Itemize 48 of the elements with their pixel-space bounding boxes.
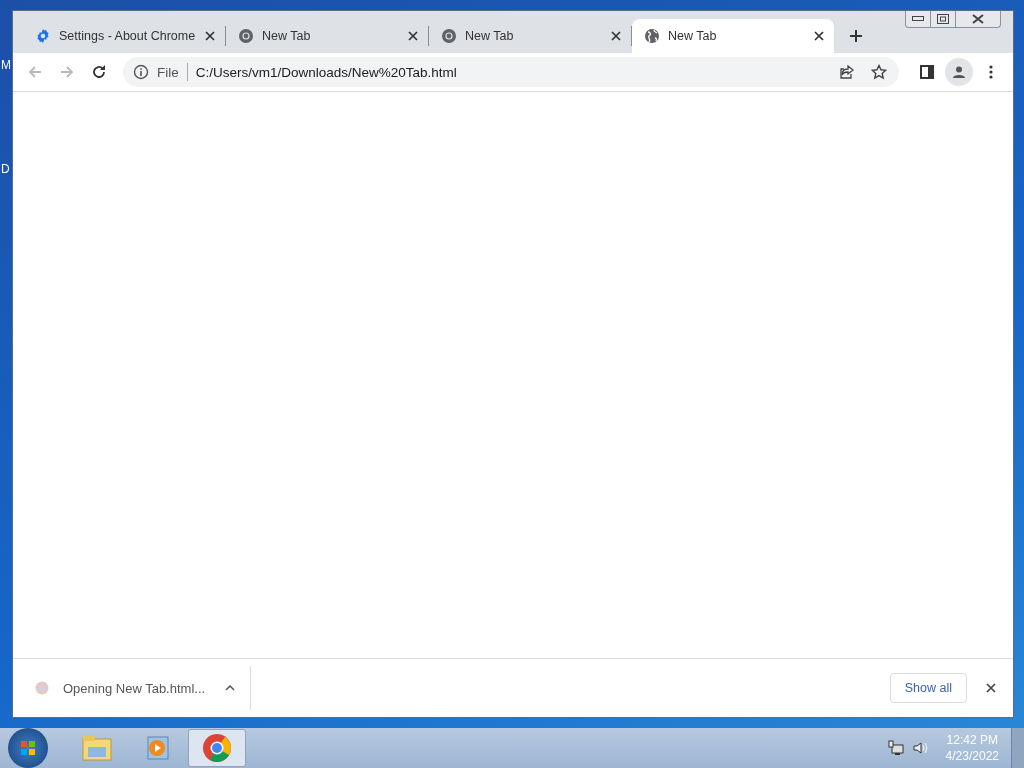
close-icon [972,14,984,24]
tab-title: New Tab [465,29,515,43]
close-icon [205,31,215,41]
download-item[interactable]: Opening New Tab.html... [13,666,251,710]
close-icon [986,683,996,693]
desktop-icon-label: M [1,58,11,72]
reload-icon [91,64,107,80]
gear-icon [35,28,51,44]
forward-arrow-icon [59,64,75,80]
restore-icon [937,14,949,24]
browser-tab[interactable]: Settings - About Chrome [23,19,225,53]
globe-icon [644,28,660,44]
chrome-icon [35,681,49,695]
show-all-button[interactable]: Show all [889,673,967,703]
network-icon [887,740,904,756]
info-icon [133,64,149,80]
side-panel-icon [920,65,934,79]
chrome-icon [202,733,232,763]
star-icon [871,64,887,80]
taskbar-app-button[interactable] [188,729,246,767]
browser-tab[interactable]: New Tab [632,19,834,53]
browser-tab[interactable]: New Tab [429,19,631,53]
minimize-icon [912,16,924,22]
plus-icon [849,29,863,43]
url-text: C:/Users/vm1/Downloads/New%20Tab.html [195,64,457,80]
share-icon [839,64,855,80]
windows-logo-icon [21,741,35,755]
person-icon [952,65,966,79]
media-player-icon [144,735,170,761]
scheme-label: File [157,64,179,80]
back-arrow-icon [27,64,43,80]
close-icon [611,31,621,41]
caret-icon [225,685,236,691]
browser-tab[interactable]: New Tab [226,19,428,53]
address-bar[interactable]: File C:/Users/vm1/Downloads/New%20Tab.html [123,57,899,87]
profile-button[interactable] [945,58,973,86]
tab-title: Settings - About Chrome [59,29,197,43]
desktop-icon-label: D [1,162,11,176]
speaker-icon [911,740,928,756]
start-button[interactable] [8,728,48,768]
close-icon [408,31,418,41]
tab-title: New Tab [262,29,312,43]
chrome-icon [441,28,457,44]
chrome-icon [238,28,254,44]
more-vertical-icon [989,65,993,79]
tab-title: New Tab [668,29,718,43]
close-icon [814,31,824,41]
folder-icon [82,735,112,761]
